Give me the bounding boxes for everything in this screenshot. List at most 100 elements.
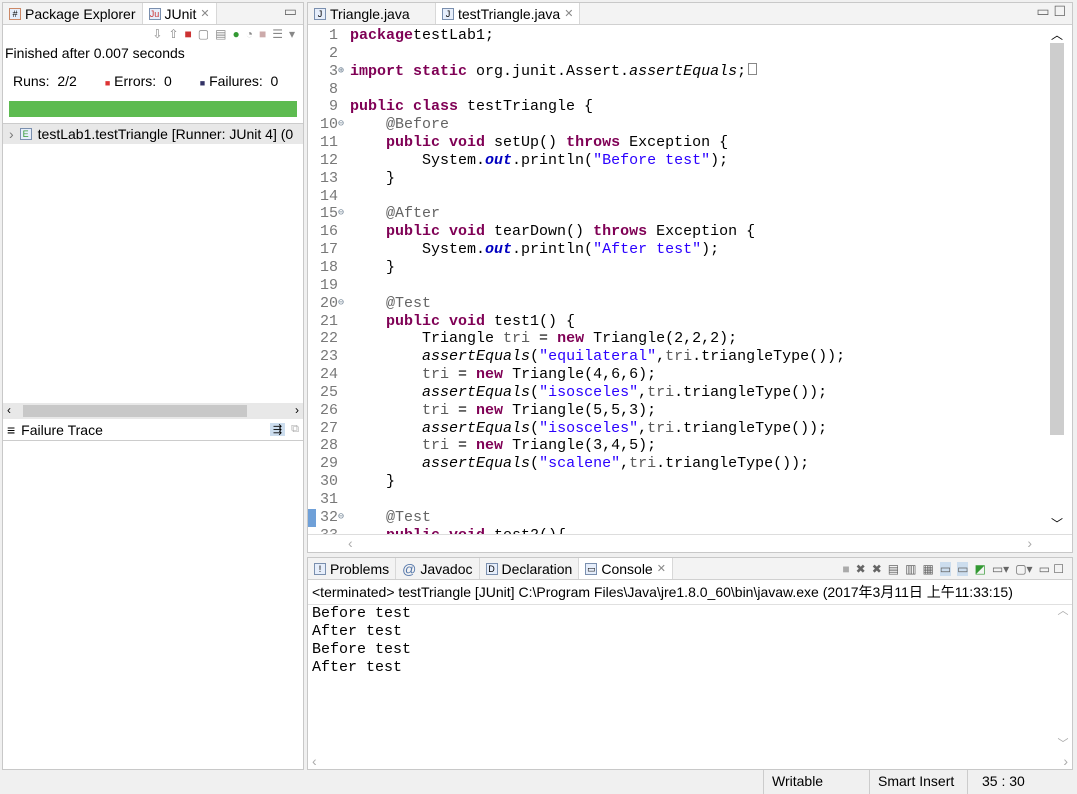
code-token: new <box>476 437 504 455</box>
word-wrap-icon[interactable]: ▦ <box>922 562 933 576</box>
remove-launch-icon[interactable]: ✖ <box>856 562 866 576</box>
code-line[interactable]: 24 tri = new Triangle(4,6,6); <box>308 366 1040 384</box>
rerun-icon[interactable]: ● <box>232 27 239 43</box>
code-line[interactable]: 29 assertEquals("scalene",tri.triangleTy… <box>308 455 1040 473</box>
tab-triangle-java[interactable]: J Triangle.java <box>308 3 436 24</box>
show-failures-only-icon[interactable]: ■ <box>185 27 192 43</box>
vertical-scrollbar[interactable]: ︿ ﹀ <box>1042 26 1072 534</box>
minimize-icon[interactable]: ▭ ☐ <box>1030 3 1072 24</box>
code-line[interactable]: 23 assertEquals("equilateral",tri.triang… <box>308 348 1040 366</box>
code-line[interactable]: 1 packagetestLab1; <box>308 27 1040 45</box>
close-icon[interactable]: ✕ <box>564 7 573 20</box>
stop-icon[interactable]: ■ <box>259 27 266 43</box>
code-line[interactable]: 12 System.out.println("Before test"); <box>308 152 1040 170</box>
close-icon[interactable]: ✕ <box>200 7 209 20</box>
view-menu-icon[interactable]: ▾ <box>289 27 295 43</box>
tab-console[interactable]: ▭ Console ✕ <box>579 558 673 579</box>
code-line[interactable]: 11 public void setUp() throws Exception … <box>308 134 1040 152</box>
code-line[interactable]: 22 Triangle tri = new Triangle(2,2,2); <box>308 330 1040 348</box>
code-line[interactable]: 33 public void test2(){ <box>308 527 1040 534</box>
line-number: 17 <box>319 241 338 259</box>
code-line[interactable]: 25 assertEquals("isosceles",tri.triangle… <box>308 384 1040 402</box>
tab-junit[interactable]: Ju JUnit ✕ <box>142 3 217 24</box>
code-line[interactable]: 9 public class testTriangle { <box>308 98 1040 116</box>
code-line[interactable]: 16 public void tearDown() throws Excepti… <box>308 223 1040 241</box>
code-line[interactable]: 8 <box>308 81 1040 99</box>
rerun-failed-icon[interactable]: ◔ <box>246 27 253 43</box>
code-line[interactable]: 30 } <box>308 473 1040 491</box>
code-token: Triangle(2,2,2); <box>584 330 738 348</box>
vertical-scrollbar[interactable]: ︿ ﹀ <box>1056 602 1070 751</box>
open-console-icon[interactable]: ▢▾ <box>1015 562 1032 576</box>
folded-marker-icon[interactable] <box>748 62 758 75</box>
code-line[interactable]: 32⊖ @Test <box>308 508 1040 527</box>
code-line[interactable]: 10⊖ @Before <box>308 116 1040 134</box>
code-line[interactable]: 13 } <box>308 170 1040 188</box>
code-token: "equilateral" <box>539 348 657 366</box>
code-token: "Before test" <box>593 151 711 169</box>
terminate-icon[interactable]: ■ <box>842 562 849 576</box>
scroll-lock-icon[interactable]: ▥ <box>905 562 916 576</box>
fold-toggle-icon[interactable]: ⊖ <box>338 295 350 313</box>
expand-chevron-icon[interactable]: › <box>9 126 14 142</box>
code-line[interactable]: 14 <box>308 188 1040 206</box>
history-icon[interactable]: ▤ <box>215 27 226 43</box>
tree-item[interactable]: › EtestLab1.testTriangle [Runner: JUnit 4… <box>3 124 303 144</box>
tab-javadoc[interactable]: @ Javadoc <box>396 558 480 579</box>
line-number: 15 <box>319 205 338 223</box>
minimize-icon[interactable]: ▭ <box>278 3 303 24</box>
code-token: } <box>350 473 396 491</box>
fold-toggle-icon[interactable]: ⊖ <box>338 509 350 527</box>
code-token: throws <box>593 223 648 241</box>
console-output[interactable]: Before test After test Before test After te… <box>308 605 1072 677</box>
previous-failure-icon[interactable]: ⇧ <box>168 27 178 43</box>
code-token: tri <box>665 348 693 366</box>
runs-count: 2/2 <box>57 73 77 89</box>
code-line[interactable]: 19 <box>308 277 1040 295</box>
display-console-icon[interactable]: ▭▾ <box>992 562 1009 576</box>
show-stdout-icon[interactable]: ▭ <box>939 561 952 576</box>
code-line[interactable]: 31 <box>308 491 1040 509</box>
code-area[interactable]: 1 packagetestLab1; 2 3⊕ import static org.ju… <box>308 26 1040 534</box>
clear-console-icon[interactable]: ▤ <box>888 562 899 576</box>
tab-package-explorer[interactable]: # Package Explorer <box>3 3 143 24</box>
close-icon[interactable]: ✕ <box>657 562 666 575</box>
horizontal-scrollbar[interactable]: ‹ › <box>3 403 303 419</box>
layout-icon[interactable]: ☰ <box>272 27 283 43</box>
code-line[interactable]: 26 tri = new Triangle(5,5,3); <box>308 402 1040 420</box>
compare-icon[interactable]: ⧉ <box>291 423 299 436</box>
line-number: 25 <box>319 383 338 401</box>
code-line[interactable]: 21 public void test1() { <box>308 313 1040 331</box>
filter-stack-icon[interactable]: ⇶ <box>269 423 286 436</box>
status-bar: Writable Smart Insert 35 : 30 <box>0 770 1077 794</box>
code-token: = <box>449 366 477 384</box>
pin-console-icon[interactable]: ◩ <box>974 562 985 576</box>
code-line[interactable]: 20⊖ @Test <box>308 295 1040 313</box>
code-line[interactable]: 17 System.out.println("After test"); <box>308 241 1040 259</box>
fold-toggle-icon[interactable]: ⊖ <box>338 116 350 134</box>
test-suite-icon: E <box>19 128 32 140</box>
tab-declaration[interactable]: D Declaration <box>480 558 580 579</box>
code-line[interactable]: 18 } <box>308 259 1040 277</box>
fold-toggle-icon[interactable]: ⊖ <box>338 205 350 223</box>
horizontal-scrollbar[interactable]: ‹ › <box>308 534 1072 552</box>
code-token: out <box>485 151 513 169</box>
code-line[interactable]: 15⊖ @After <box>308 205 1040 223</box>
minimize-icon[interactable]: ▭ ☐ <box>1039 562 1064 576</box>
horizontal-scrollbar[interactable]: ‹ › <box>308 753 1072 769</box>
code-line[interactable]: 2 <box>308 45 1040 63</box>
show-stderr-icon[interactable]: ▭ <box>957 561 969 576</box>
remove-all-icon[interactable]: ✖ <box>872 562 882 576</box>
code-line[interactable]: 28 tri = new Triangle(3,4,5); <box>308 437 1040 455</box>
next-failure-icon[interactable]: ⇩ <box>152 27 162 43</box>
scroll-lock-icon[interactable]: ▢ <box>198 27 209 43</box>
code-line[interactable]: 27 assertEquals("isosceles",tri.triangle… <box>308 420 1040 438</box>
code-line[interactable]: 3⊕ import static org.junit.Assert.assertE… <box>308 62 1040 81</box>
tab-testtriangle-java[interactable]: JtestTriangle.java ✕ <box>436 3 581 24</box>
fold-toggle-icon[interactable]: ⊕ <box>338 63 350 81</box>
line-number: 30 <box>319 473 338 491</box>
code-token: } <box>350 169 396 187</box>
tab-problems[interactable]: ! Problems <box>308 558 397 579</box>
